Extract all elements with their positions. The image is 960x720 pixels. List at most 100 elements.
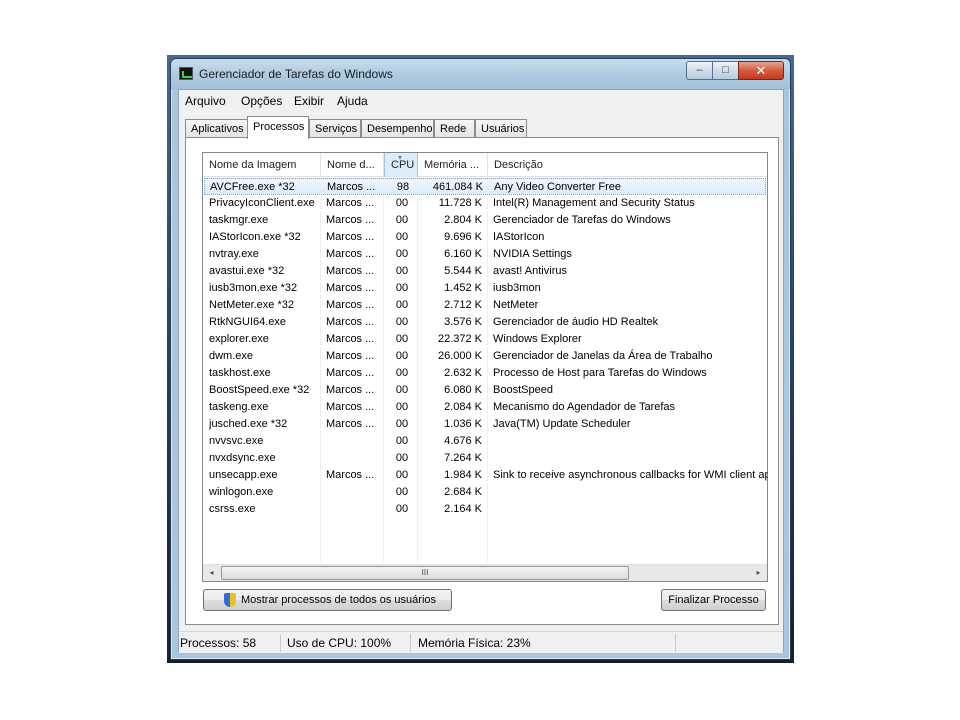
process-description-cell: Java(TM) Update Scheduler xyxy=(493,418,631,430)
process-name-cell: nvxdsync.exe xyxy=(209,452,276,464)
process-cpu-cell: 00 xyxy=(395,452,409,464)
table-row[interactable]: nvvsvc.exe 00 4.676 K xyxy=(204,433,766,450)
column-header-description[interactable]: Descrição xyxy=(488,153,767,177)
process-description-cell xyxy=(493,450,768,467)
window-title: Gerenciador de Tarefas do Windows xyxy=(199,67,393,81)
process-description-cell xyxy=(493,484,768,501)
menu-opcoes[interactable]: Opções xyxy=(241,94,282,108)
maximize-button[interactable]: □ xyxy=(712,61,739,80)
table-row[interactable]: NetMeter.exe *32 Marcos ... 00 2.712 K NetMe… xyxy=(204,297,766,314)
process-memory-cell: 2.632 K xyxy=(444,367,482,379)
process-user-cell: Marcos ... xyxy=(326,316,375,328)
process-list[interactable]: Nome da Imagem Nome d... ▾ CPU Memória .… xyxy=(202,152,768,582)
tab-aplicativos[interactable]: Aplicativos xyxy=(185,119,248,138)
table-row[interactable]: AVCFree.exe *32 Marcos ... 98 461.084 K Any … xyxy=(204,178,766,195)
process-cpu-cell: 00 xyxy=(395,333,409,345)
scroll-right-arrow-icon[interactable]: ▸ xyxy=(750,565,767,581)
tab-servicos[interactable]: Serviços xyxy=(309,119,361,138)
process-user-cell: Marcos ... xyxy=(326,282,375,294)
process-memory-cell: 6.080 K xyxy=(444,384,482,396)
tab-rede[interactable]: Rede xyxy=(434,119,475,138)
column-header-name[interactable]: Nome da Imagem xyxy=(203,153,321,177)
table-row[interactable]: explorer.exe Marcos ... 00 22.372 K Windows … xyxy=(204,331,766,348)
table-row[interactable]: winlogon.exe 00 2.684 K xyxy=(204,484,766,501)
tab-strip: Aplicativos Processos Serviços Desempenh… xyxy=(179,116,783,139)
column-header-user[interactable]: Nome d... xyxy=(321,153,384,177)
show-all-processes-button[interactable]: Mostrar processos de todos os usuários xyxy=(203,589,452,611)
process-user-cell xyxy=(326,433,382,450)
table-row[interactable]: iusb3mon.exe *32 Marcos ... 00 1.452 K iusb3… xyxy=(204,280,766,297)
table-row[interactable]: nvtray.exe Marcos ... 00 6.160 K NVIDIA Sett… xyxy=(204,246,766,263)
process-memory-cell: 22.372 K xyxy=(437,333,482,345)
column-header-cpu[interactable]: ▾ CPU xyxy=(384,153,418,177)
process-description-cell: Sink to receive asynchronous callbacks f… xyxy=(493,469,768,481)
process-description-cell: BoostSpeed xyxy=(493,384,553,396)
menu-arquivo[interactable]: Arquivo xyxy=(185,94,226,108)
scrollbar-thumb[interactable]: III xyxy=(221,566,629,580)
column-header-memory[interactable]: Memória ... xyxy=(418,153,488,177)
tab-desempenho[interactable]: Desempenho xyxy=(361,119,434,138)
process-description-cell: Processo de Host para Tarefas do Windows xyxy=(493,367,707,379)
scroll-left-arrow-icon[interactable]: ◂ xyxy=(203,565,220,581)
status-separator xyxy=(410,634,411,652)
process-name-cell: taskhost.exe xyxy=(209,367,271,379)
minimize-button[interactable]: – xyxy=(686,61,713,80)
process-description-cell: Windows Explorer xyxy=(493,333,582,345)
tab-processos[interactable]: Processos xyxy=(247,116,309,139)
process-cpu-cell: 00 xyxy=(395,231,409,243)
table-row[interactable]: dwm.exe Marcos ... 00 26.000 K Gerenciador d… xyxy=(204,348,766,365)
table-row[interactable]: RtkNGUI64.exe Marcos ... 00 3.576 K Gerencia… xyxy=(204,314,766,331)
table-row[interactable]: avastui.exe *32 Marcos ... 00 5.544 K avast!… xyxy=(204,263,766,280)
table-row[interactable]: PrivacyIconClient.exe Marcos ... 00 11.728 … xyxy=(204,195,766,212)
process-memory-cell: 9.696 K xyxy=(444,231,482,243)
end-process-button[interactable]: Finalizar Processo xyxy=(661,589,766,611)
process-user-cell: Marcos ... xyxy=(326,384,375,396)
process-description-cell: Gerenciador de Tarefas do Windows xyxy=(493,214,671,226)
table-row[interactable]: jusched.exe *32 Marcos ... 00 1.036 K Java(T… xyxy=(204,416,766,433)
process-name-cell: IAStorIcon.exe *32 xyxy=(209,231,301,243)
process-name-cell: taskmgr.exe xyxy=(209,214,269,226)
process-memory-cell: 3.576 K xyxy=(444,316,482,328)
table-row[interactable]: csrss.exe 00 2.164 K xyxy=(204,501,766,518)
horizontal-scrollbar[interactable]: ◂ III ▸ xyxy=(203,564,767,581)
process-user-cell: Marcos ... xyxy=(326,265,375,277)
process-description-cell: IAStorIcon xyxy=(493,231,545,243)
task-manager-window: Gerenciador de Tarefas do Windows – □ ✕ … xyxy=(170,58,791,660)
process-description-cell: NVIDIA Settings xyxy=(493,248,572,260)
process-cpu-cell: 00 xyxy=(395,401,409,413)
title-bar[interactable]: Gerenciador de Tarefas do Windows – □ ✕ xyxy=(171,59,790,89)
process-name-cell: iusb3mon.exe *32 xyxy=(209,282,298,294)
process-cpu-cell: 00 xyxy=(395,350,409,362)
table-row[interactable]: unsecapp.exe Marcos ... 00 1.984 K Sink to r… xyxy=(204,467,768,484)
process-description-cell: iusb3mon xyxy=(493,282,541,294)
process-memory-cell: 6.160 K xyxy=(444,248,482,260)
process-user-cell: Marcos ... xyxy=(326,299,375,311)
show-all-processes-label: Mostrar processos de todos os usuários xyxy=(240,594,437,606)
process-memory-cell: 2.084 K xyxy=(444,401,482,413)
uac-shield-icon xyxy=(224,593,236,607)
process-user-cell: Marcos ... xyxy=(327,181,376,193)
menu-exibir[interactable]: Exibir xyxy=(294,94,324,108)
table-row[interactable]: nvxdsync.exe 00 7.264 K xyxy=(204,450,766,467)
process-description-cell xyxy=(493,433,768,450)
process-user-cell: Marcos ... xyxy=(326,333,375,345)
process-user-cell: Marcos ... xyxy=(326,367,375,379)
process-description-cell: NetMeter xyxy=(493,299,539,311)
close-button[interactable]: ✕ xyxy=(738,61,784,80)
column-header-cpu-label: CPU xyxy=(391,159,415,171)
status-bar: Processos: 58 Uso de CPU: 100% Memória F… xyxy=(179,631,783,653)
table-row[interactable]: taskeng.exe Marcos ... 00 2.084 K Mecanismo … xyxy=(204,399,766,416)
status-cpu-usage: Uso de CPU: 100% xyxy=(287,636,392,650)
process-description-cell: Mecanismo do Agendador de Tarefas xyxy=(493,401,676,413)
menu-ajuda[interactable]: Ajuda xyxy=(337,94,368,108)
tab-usuarios[interactable]: Usuários xyxy=(475,119,527,138)
table-row[interactable]: taskhost.exe Marcos ... 00 2.632 K Processo … xyxy=(204,365,766,382)
status-process-count: Processos: 58 xyxy=(180,636,257,650)
table-row[interactable]: BoostSpeed.exe *32 Marcos ... 00 6.080 K Boo… xyxy=(204,382,766,399)
process-memory-cell: 26.000 K xyxy=(437,350,482,362)
process-name-cell: jusched.exe *32 xyxy=(209,418,288,430)
table-row[interactable]: taskmgr.exe Marcos ... 00 2.804 K Gerenciado… xyxy=(204,212,766,229)
process-memory-cell: 1.452 K xyxy=(444,282,482,294)
process-description-cell: Any Video Converter Free xyxy=(494,181,621,193)
table-row[interactable]: IAStorIcon.exe *32 Marcos ... 00 9.696 K IAS… xyxy=(204,229,766,246)
